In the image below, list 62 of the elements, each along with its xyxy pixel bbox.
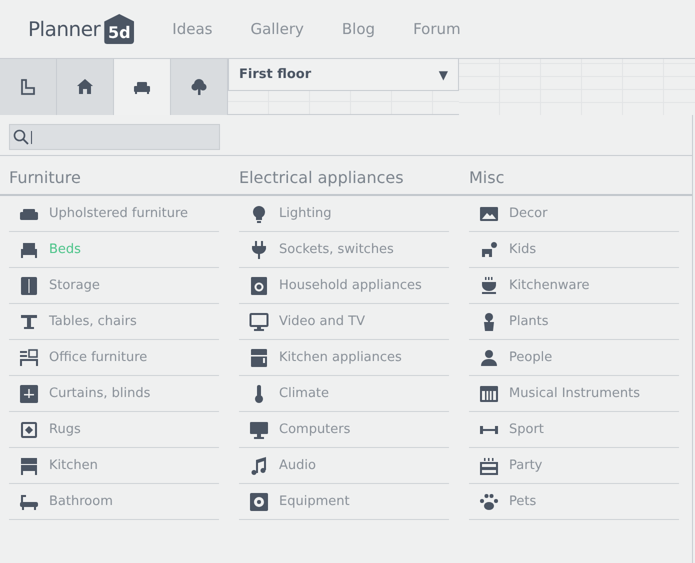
drawer-icon bbox=[19, 456, 39, 476]
search-field[interactable] bbox=[9, 124, 220, 150]
tab[interactable] bbox=[114, 59, 171, 115]
category-item[interactable]: Sport bbox=[469, 412, 679, 448]
category-heading: Misc bbox=[468, 167, 506, 189]
tab[interactable] bbox=[0, 59, 57, 115]
category-heading: Furniture bbox=[8, 167, 82, 189]
house-icon bbox=[75, 77, 95, 97]
floor-plan-icon bbox=[18, 77, 38, 97]
computer-monitor-icon bbox=[249, 420, 269, 440]
search-icon bbox=[13, 129, 29, 145]
category-item[interactable]: Kitchen appliances bbox=[239, 340, 449, 376]
category-item[interactable]: Audio bbox=[239, 448, 449, 484]
category-item[interactable]: Household appliances bbox=[239, 268, 449, 304]
category-item[interactable]: Video and TV bbox=[239, 304, 449, 340]
category-item[interactable]: People bbox=[469, 340, 679, 376]
category-item[interactable]: Lighting bbox=[239, 196, 449, 232]
nav-link[interactable]: Gallery bbox=[250, 18, 304, 40]
category-heading: Electrical appliances bbox=[238, 167, 405, 189]
cup-icon bbox=[479, 276, 499, 296]
washing-machine-icon bbox=[249, 276, 269, 296]
category-item[interactable]: Computers bbox=[239, 412, 449, 448]
stove-icon bbox=[249, 348, 269, 368]
nav-link[interactable]: Ideas bbox=[172, 18, 212, 40]
category-item[interactable]: Musical Instruments bbox=[469, 376, 679, 412]
desk-icon bbox=[19, 348, 39, 368]
category-item[interactable]: Kids bbox=[469, 232, 679, 268]
floor-dropdown[interactable]: First floor ▼ bbox=[228, 59, 459, 91]
category-item[interactable]: Decor bbox=[469, 196, 679, 232]
monitor-icon bbox=[249, 312, 269, 332]
nav-link[interactable]: Forum bbox=[413, 18, 461, 40]
category-item[interactable]: Kitchenware bbox=[469, 268, 679, 304]
category-item[interactable]: Kitchen bbox=[9, 448, 219, 484]
category-item[interactable]: Sockets, switches bbox=[239, 232, 449, 268]
category-item[interactable]: Upholstered furniture bbox=[9, 196, 219, 232]
category-item[interactable]: Plants bbox=[469, 304, 679, 340]
category-item[interactable]: Tables, chairs bbox=[9, 304, 219, 340]
logo-text: Planner bbox=[28, 16, 100, 43]
category-item[interactable]: Party bbox=[469, 448, 679, 484]
cabinet-icon bbox=[19, 276, 39, 296]
tree-icon bbox=[189, 77, 209, 97]
category-item[interactable]: Beds bbox=[9, 232, 219, 268]
paw-icon bbox=[479, 492, 499, 512]
cake-icon bbox=[479, 456, 499, 476]
piano-keys-icon bbox=[479, 384, 499, 404]
category-item[interactable]: Storage bbox=[9, 268, 219, 304]
tab[interactable] bbox=[57, 59, 114, 115]
rug-icon bbox=[19, 420, 39, 440]
nav-link[interactable]: Blog bbox=[342, 18, 376, 40]
category-item[interactable]: Rugs bbox=[9, 412, 219, 448]
category-item[interactable]: Office furniture bbox=[9, 340, 219, 376]
music-note-icon bbox=[249, 456, 269, 476]
toy-icon bbox=[479, 240, 499, 260]
category-item[interactable]: Pets bbox=[469, 484, 679, 520]
person-icon bbox=[479, 348, 499, 368]
tab[interactable] bbox=[171, 59, 228, 115]
category-item[interactable]: Climate bbox=[239, 376, 449, 412]
category-item[interactable]: Curtains, blinds bbox=[9, 376, 219, 412]
plug-icon bbox=[249, 240, 269, 260]
category-item[interactable]: Bathroom bbox=[9, 484, 219, 520]
category-item[interactable]: Equipment bbox=[239, 484, 449, 520]
logo-badge: 5d bbox=[104, 14, 134, 44]
